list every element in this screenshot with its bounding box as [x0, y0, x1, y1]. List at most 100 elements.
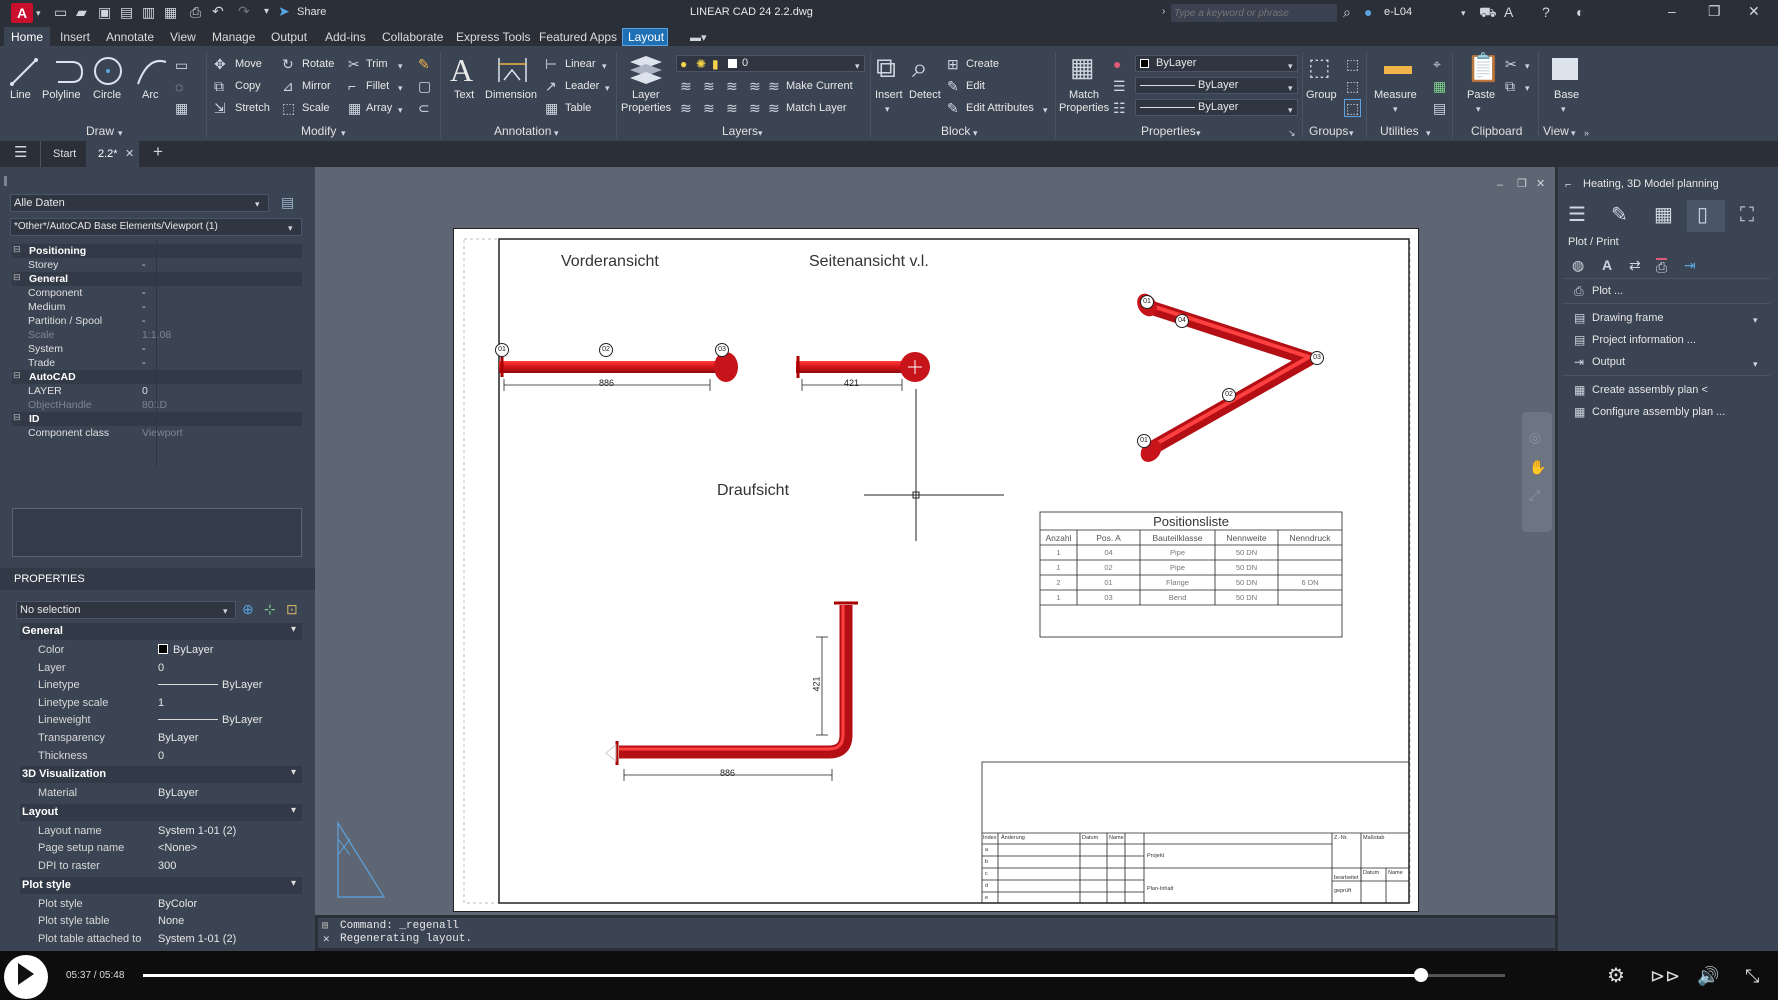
- data-filter-chevron-icon[interactable]: ▾: [255, 197, 260, 211]
- undo-icon[interactable]: ↶: [212, 4, 224, 18]
- layer-tool-7-icon[interactable]: ≋: [726, 101, 738, 115]
- table-icon[interactable]: ▦: [545, 101, 558, 115]
- mirror-icon[interactable]: ⊿: [282, 79, 294, 93]
- restore-window-icon[interactable]: ❐: [1708, 4, 1721, 18]
- fillet-icon[interactable]: ⌐: [348, 79, 356, 93]
- property-value[interactable]: ByLayer: [158, 787, 198, 799]
- app-menu-chevron-icon[interactable]: ▾: [36, 6, 41, 20]
- draw-panel-chevron-icon[interactable]: ▾: [118, 126, 123, 140]
- filter-options-icon[interactable]: ▤: [281, 195, 294, 209]
- tab-current-drawing[interactable]: 2.2*: [98, 148, 118, 160]
- user-name[interactable]: e-L04: [1384, 6, 1412, 18]
- mirror-button[interactable]: Mirror: [302, 80, 331, 92]
- quick-select-props-icon[interactable]: ⊡: [286, 602, 298, 616]
- tab-view[interactable]: View: [170, 30, 196, 44]
- property-section-header[interactable]: 3D Visualization ▾: [20, 766, 302, 784]
- side-view-pipe[interactable]: [796, 352, 930, 382]
- panel-grip[interactable]: [4, 176, 7, 186]
- feedback-icon[interactable]: ◐: [1576, 5, 1584, 19]
- save-icon[interactable]: ▣: [98, 5, 111, 19]
- plot-tool-3-icon[interactable]: ⇄: [1629, 258, 1641, 272]
- search-input[interactable]: [1171, 4, 1337, 22]
- selection-chevron-icon[interactable]: ▾: [223, 604, 228, 618]
- edit-pencil-icon[interactable]: ✎: [1611, 205, 1628, 225]
- balloon-01[interactable]: 01: [495, 343, 509, 357]
- property-value[interactable]: ByLayer: [158, 679, 262, 691]
- copy-button[interactable]: Copy: [235, 80, 261, 92]
- project-information-item[interactable]: Project information ...: [1592, 334, 1696, 346]
- select-all-icon[interactable]: ▦: [1433, 79, 1446, 93]
- lineweight-chevron-icon[interactable]: ▾: [1288, 81, 1293, 95]
- paste-button[interactable]: Paste: [1467, 89, 1495, 101]
- web-mobile-icon[interactable]: ▥: [142, 5, 155, 19]
- isometric-view-pipe[interactable]: [1133, 290, 1316, 466]
- hatch-icon[interactable]: ◌: [175, 80, 183, 94]
- erase-icon[interactable]: ✎: [418, 57, 430, 71]
- fullscreen-frame-icon[interactable]: ⛶: [1740, 205, 1754, 225]
- tab-collaborate[interactable]: Collaborate: [382, 30, 443, 44]
- command-close-icon[interactable]: ✕: [323, 933, 330, 947]
- copy-clip-icon[interactable]: ⧉: [1505, 79, 1515, 93]
- search-icon[interactable]: ⌕: [1343, 5, 1351, 19]
- command-grip-icon[interactable]: ▤: [322, 920, 328, 934]
- section-toggle-icon[interactable]: ⊟: [13, 272, 21, 283]
- new-file-icon[interactable]: ▭: [54, 5, 67, 19]
- detect-button[interactable]: Detect: [909, 89, 941, 101]
- property-value[interactable]: 0: [158, 750, 164, 762]
- section-toggle-icon[interactable]: ⊟: [13, 412, 21, 423]
- circle-button[interactable]: Circle: [93, 89, 121, 101]
- stretch-button[interactable]: Stretch: [235, 102, 270, 114]
- exit-fullscreen-icon[interactable]: ⤡: [1745, 966, 1759, 986]
- edit-attributes-icon[interactable]: ✎: [947, 101, 959, 115]
- base-view-button[interactable]: Base: [1554, 89, 1579, 101]
- rotate-icon[interactable]: ↻: [282, 57, 294, 71]
- properties-panel-chevron-icon[interactable]: ▾: [1196, 126, 1201, 140]
- edit-attributes-chevron-icon[interactable]: ▾: [1043, 103, 1048, 117]
- plot-tool-1-icon[interactable]: ◍: [1572, 258, 1584, 272]
- autodesk-a-icon[interactable]: A: [1504, 5, 1513, 19]
- block-panel-title[interactable]: Block: [941, 124, 970, 138]
- trim-chevron-icon[interactable]: ▾: [398, 59, 403, 73]
- layer-tool-1-icon[interactable]: ≋: [680, 79, 692, 93]
- plot-item[interactable]: Plot ...: [1592, 285, 1623, 297]
- make-current-button[interactable]: Make Current: [786, 80, 853, 92]
- data-section-header[interactable]: General ⊟: [12, 272, 302, 286]
- section-collapse-icon[interactable]: ▾: [291, 624, 296, 635]
- copy-clip-chevron-icon[interactable]: ▾: [1525, 81, 1530, 95]
- fillet-button[interactable]: Fillet: [366, 80, 389, 92]
- calculator-panel-icon[interactable]: ▦: [1654, 205, 1673, 225]
- balloon-02-iso[interactable]: 02: [1222, 388, 1236, 402]
- table-button[interactable]: Table: [565, 102, 591, 114]
- balloon-04-iso[interactable]: 04: [1175, 314, 1189, 328]
- scale-button[interactable]: Scale: [302, 102, 330, 114]
- configure-assembly-plan-item[interactable]: Configure assembly plan ...: [1592, 406, 1725, 418]
- property-value[interactable]: ByColor: [158, 898, 197, 910]
- layer-tool-2-icon[interactable]: ≋: [703, 79, 715, 93]
- layer-properties-icon[interactable]: [628, 54, 664, 88]
- plot-tool-4-icon[interactable]: ⎙: [1656, 258, 1668, 274]
- trim-button[interactable]: Trim: [366, 58, 388, 70]
- leader-button[interactable]: Leader: [565, 80, 599, 92]
- qat-chevron-icon[interactable]: ▾: [264, 5, 269, 19]
- color-wheel-icon[interactable]: ●: [1113, 57, 1121, 71]
- color-chevron-icon[interactable]: ▾: [1288, 59, 1293, 73]
- redo-icon[interactable]: ↷: [238, 4, 250, 18]
- ribbon-overflow-icon[interactable]: »: [1584, 126, 1589, 140]
- quick-select-icon[interactable]: ⌖: [1433, 57, 1441, 71]
- create-block-icon[interactable]: ⊞: [947, 57, 959, 71]
- menu-list-icon[interactable]: ☰: [1568, 205, 1586, 225]
- group-edit-icon[interactable]: ⬚: [1346, 79, 1359, 93]
- toggle-pickadd-icon[interactable]: ⊕: [242, 602, 254, 616]
- layer-lock-icon[interactable]: ▮: [712, 57, 719, 71]
- move-button[interactable]: Move: [235, 58, 262, 70]
- dimension-button[interactable]: Dimension: [485, 89, 537, 101]
- share-label[interactable]: Share: [297, 6, 326, 18]
- copy-icon[interactable]: ⧉: [214, 79, 224, 93]
- paste-icon[interactable]: 📋: [1466, 54, 1501, 82]
- layer-tool-8-icon[interactable]: ≋: [749, 101, 761, 115]
- tab-insert[interactable]: Insert: [60, 30, 90, 44]
- measure-icon[interactable]: [1384, 66, 1412, 74]
- command-line[interactable]: ▤ ✕ Command: _regenall Regenerating layo…: [318, 918, 1555, 948]
- text-icon[interactable]: A: [450, 52, 473, 89]
- tab-start[interactable]: Start: [53, 148, 76, 160]
